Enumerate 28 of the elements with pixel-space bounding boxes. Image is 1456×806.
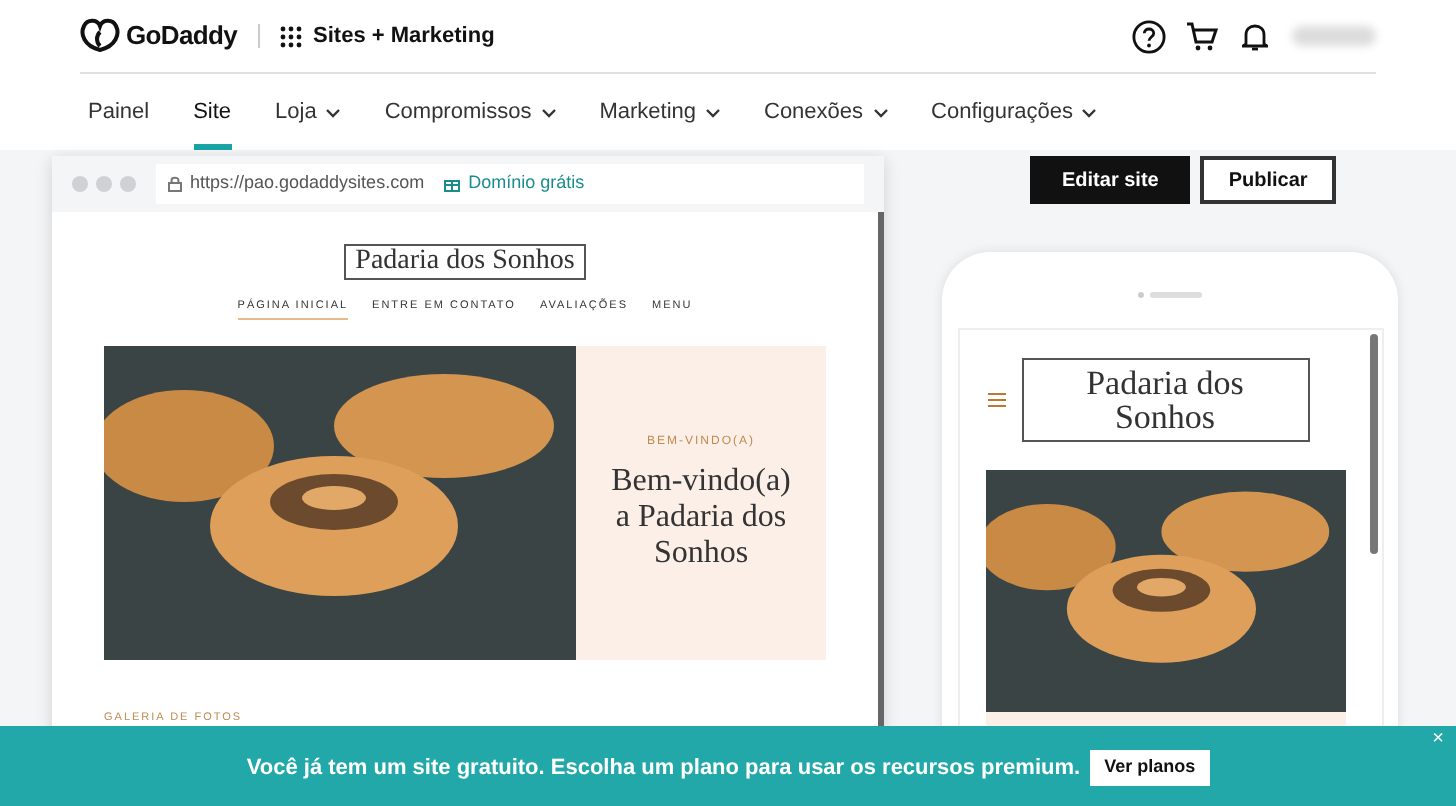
cart-icon[interactable] (1186, 21, 1218, 51)
nav-tab[interactable]: Site (193, 74, 232, 150)
free-domain-link[interactable]: Domínio grátis (468, 170, 585, 198)
view-plans-button[interactable]: Ver planos (1090, 750, 1210, 786)
phone-speaker-drawing (1138, 292, 1202, 298)
notification-bell-icon[interactable] (1242, 21, 1268, 51)
site-logo-title: Padaria dos Sonhos (343, 244, 587, 280)
edit-site-button[interactable]: Editar site (1030, 156, 1191, 204)
product-name: Sites + Marketing (313, 21, 495, 52)
nav-tab[interactable]: Loja (275, 74, 341, 150)
scrollbar-thumb[interactable] (1369, 334, 1377, 554)
help-icon[interactable] (1132, 19, 1166, 53)
nav-tab[interactable]: Conexões (764, 74, 888, 150)
nav-tab[interactable]: Configurações (931, 74, 1097, 150)
publish-button[interactable]: Publicar (1200, 156, 1336, 204)
nav-tab[interactable]: Compromissos (384, 74, 556, 150)
app-grid-icon[interactable] (279, 25, 302, 47)
banner-message: Você já tem um site gratuito. Escolha um plano para usar os recursos premium. (246, 753, 1081, 784)
logo-icon (80, 18, 120, 54)
nav-tab[interactable]: Painel (88, 74, 150, 150)
lock-icon (168, 176, 182, 192)
site-url: https://pao.godaddysites.com (190, 170, 425, 197)
hero-heading: Bem-vindo(a) a Padaria dos Sonhos (609, 464, 793, 573)
site-logo-title: Padaria dos Sonhos (1021, 358, 1309, 442)
logo-text: GoDaddy (126, 18, 238, 55)
gift-icon (444, 176, 461, 192)
nav-tab[interactable]: Marketing (599, 74, 720, 150)
menu-icon[interactable] (987, 392, 1005, 408)
